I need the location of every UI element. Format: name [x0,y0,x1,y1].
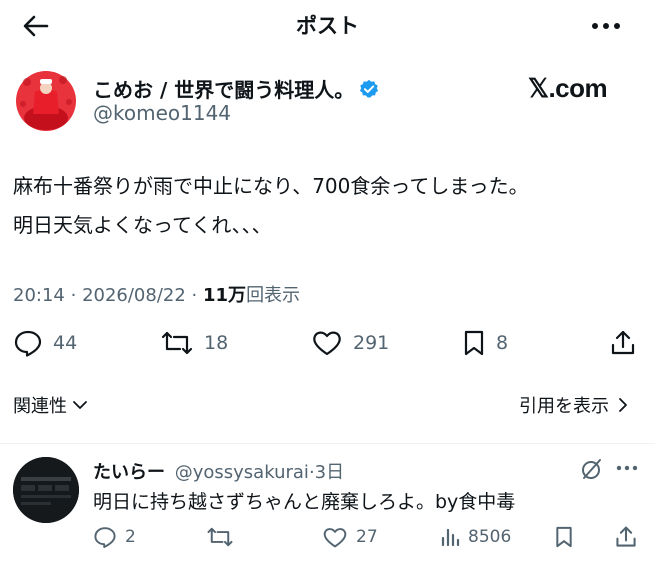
reply-icon [14,330,42,357]
reply-icon [94,527,116,548]
reply-view-count: 8506 [468,527,512,547]
chevron-right-icon [619,398,627,412]
reply-like-button[interactable]: 27 [322,523,378,551]
share-button[interactable] [609,328,637,358]
repost-icon [161,331,193,355]
post-meta: 20:14 · 2026/08/22 · 11万回表示 [13,285,301,306]
author-handle[interactable]: @komeo1144 [93,101,231,125]
reply-age[interactable]: 3日 [315,462,344,483]
author-avatar[interactable] [13,68,79,134]
reply-like-count: 27 [356,527,378,547]
post-time[interactable]: 20:14 [13,285,65,306]
reply-reply-count: 2 [125,527,136,547]
reply-author-name[interactable]: たいらー [93,462,165,483]
reply-avatar-image [13,457,79,523]
reply-repost-button[interactable] [206,523,242,551]
sort-related-button[interactable]: 関連性 [13,392,89,418]
reply-views-button[interactable]: 8506 [440,523,511,551]
chevron-down-icon [73,401,87,409]
view-label: 回表示 [246,285,301,306]
post-text-line: 麻布十番祭りが雨で中止になり、700食余ってしまった。 [13,174,529,198]
reply-text: 明日に持ち越さずちゃんと廃棄しろよ。by食中毒 [93,491,516,513]
avatar-image [13,68,79,134]
repost-icon [207,527,233,547]
reply-reply-button[interactable]: 2 [93,523,136,551]
like-count: 291 [353,332,390,354]
brand-watermark: 𝕏.com [528,73,608,103]
like-icon [313,331,341,356]
share-icon [611,330,635,355]
bookmark-icon [556,526,572,548]
reply-share-button[interactable] [614,523,638,551]
more-icon [592,23,620,29]
repost-count: 18 [204,332,229,354]
share-icon [616,526,636,547]
page-title: ポスト [296,14,359,38]
reply-more-button[interactable] [612,458,642,478]
reply-header: たいらー @yossysakurai·3日 [93,462,345,483]
sort-related-label: 関連性 [13,396,67,417]
view-quotes-label: 引用を表示 [519,396,609,417]
bookmark-count: 8 [496,332,509,354]
reply-count: 44 [53,332,78,354]
reply-author-handle[interactable]: @yossysakurai [175,462,309,483]
more-icon [616,465,638,471]
author-name[interactable]: こめお / 世界で闘う料理人。 [93,74,379,103]
post-text-line: 明日天気よくなってくれ、、、 [13,213,272,237]
bookmark-button[interactable]: 8 [462,328,508,358]
post-date[interactable]: 2026/08/22 [82,285,186,306]
view-count: 11万 [203,285,247,306]
more-button[interactable] [588,14,624,38]
repost-button[interactable]: 18 [160,328,228,358]
grok-button[interactable] [580,457,604,481]
bookmark-icon [464,330,484,356]
views-icon [441,528,460,547]
reply-bookmark-button[interactable] [554,523,574,551]
verified-icon [360,79,379,98]
reply-avatar[interactable] [13,457,79,523]
like-button[interactable]: 291 [311,328,389,358]
divider [0,443,655,444]
view-quotes-link[interactable]: 引用を表示 [519,392,631,418]
reply-button[interactable]: 44 [13,328,77,358]
grok-icon [582,459,601,479]
like-icon [323,527,347,547]
author-name-text: こめお / 世界で闘う料理人。 [93,78,355,102]
